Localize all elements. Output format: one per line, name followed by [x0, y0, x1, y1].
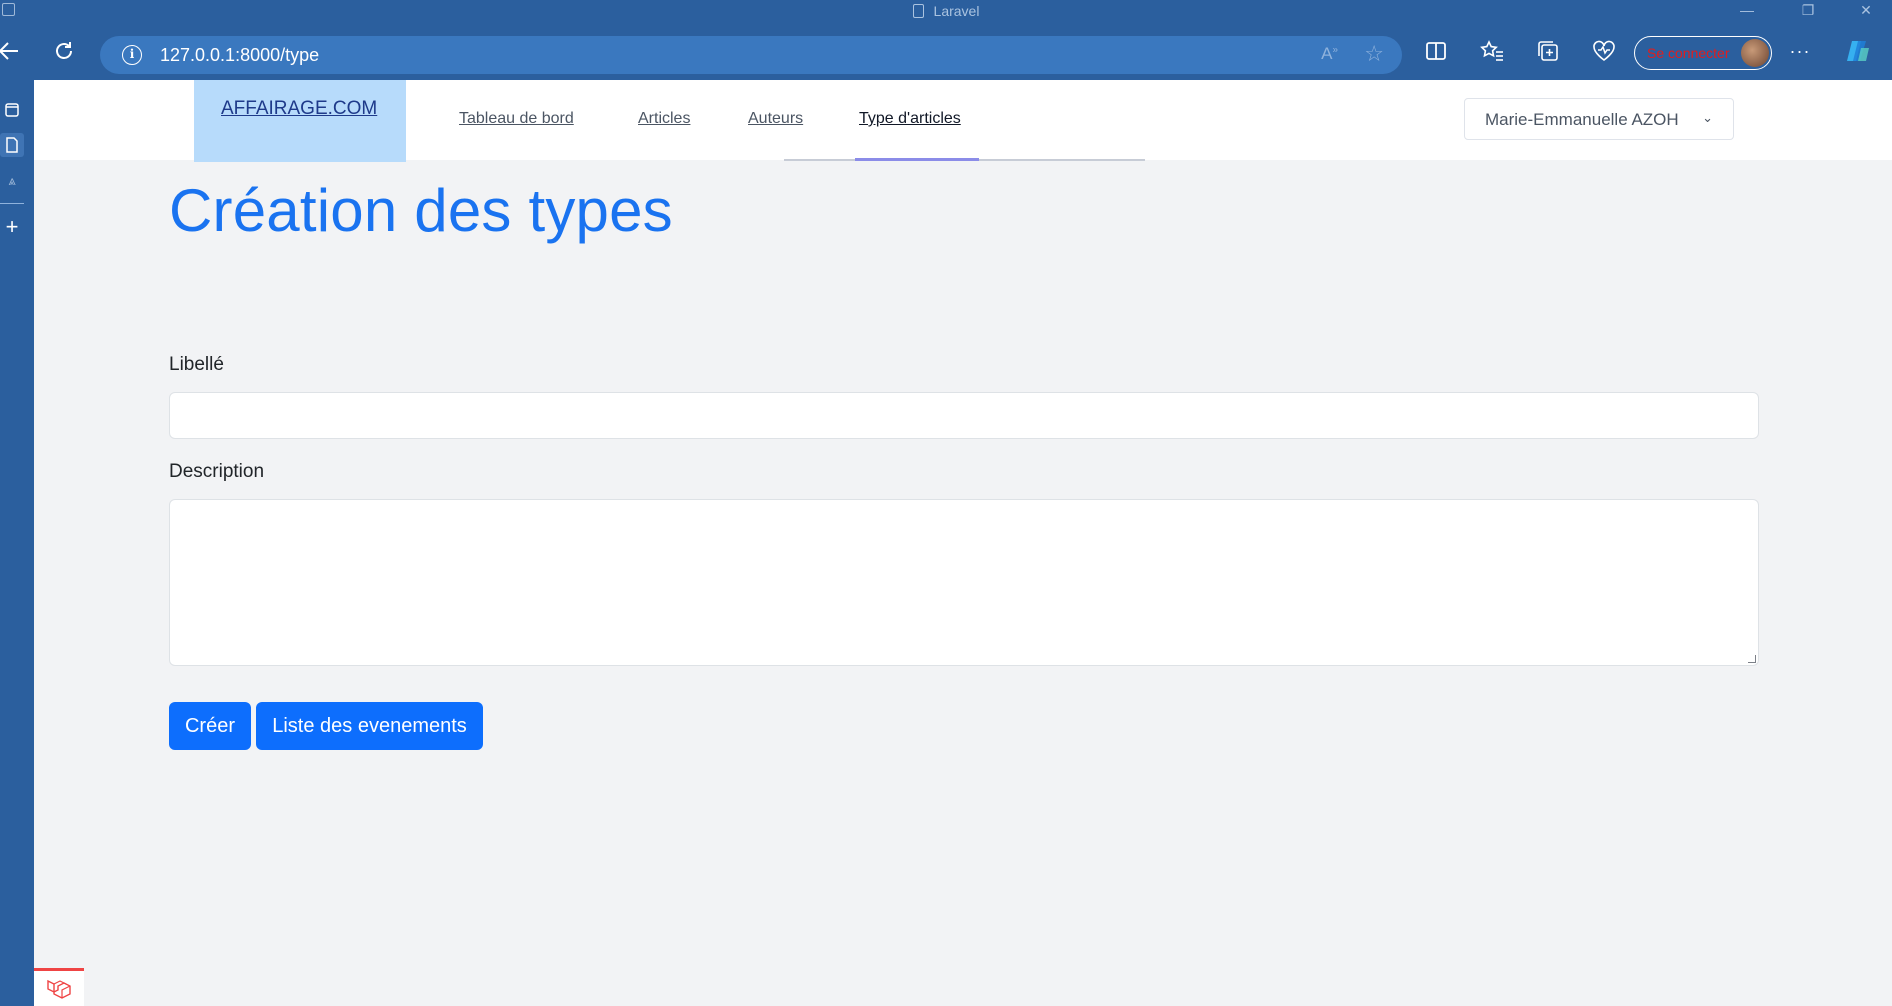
user-name: Marie-Emmanuelle AZOH [1485, 110, 1679, 129]
page-title: Création des types [169, 177, 673, 244]
sign-in-label: Se connecter [1647, 45, 1730, 61]
close-icon[interactable]: ✕ [1851, 2, 1881, 19]
create-type-form: Création des types Libellé Description C… [169, 176, 1761, 750]
sidebar-divider [0, 203, 24, 204]
top-navigation: AFFAIRAGE.COM Tableau de bord Articles A… [34, 80, 1892, 162]
libelle-label: Libellé [169, 354, 224, 375]
nav-link-tableau-de-bord[interactable]: Tableau de bord [459, 110, 574, 128]
restore-icon[interactable]: ❐ [1793, 2, 1823, 19]
browser-essentials-icon[interactable] [1587, 34, 1621, 68]
browser-sidebar: ⩓ + [0, 80, 34, 1006]
description-label: Description [169, 461, 265, 482]
url-text[interactable]: 127.0.0.1:8000/type [160, 45, 319, 66]
favorite-star-icon[interactable]: ☆ [1364, 41, 1384, 67]
nav-link-auteurs[interactable]: Auteurs [748, 110, 803, 128]
back-icon[interactable] [0, 34, 26, 68]
nav-link-articles[interactable]: Articles [638, 110, 690, 128]
web-page: AFFAIRAGE.COM Tableau de bord Articles A… [34, 80, 1892, 1006]
window-title: Laravel [0, 3, 1892, 19]
tab-icon[interactable] [0, 98, 24, 122]
sign-in-button[interactable]: Se connecter [1634, 36, 1772, 70]
description-textarea[interactable] [169, 499, 1759, 666]
avatar [1741, 39, 1769, 67]
translate-icon[interactable]: ⩓ [0, 169, 24, 193]
window-title-text: Laravel [933, 3, 980, 19]
event-list-button[interactable]: Liste des evenements [256, 702, 483, 750]
document-icon [912, 4, 924, 18]
nav-link-type-articles[interactable]: Type d'articles [859, 110, 961, 128]
browser-toolbar: i 127.0.0.1:8000/type A» ☆ Se connecter … [0, 22, 1892, 80]
read-aloud-label: A [1321, 44, 1333, 63]
collections-icon[interactable] [1531, 34, 1565, 68]
libelle-input[interactable] [169, 392, 1759, 439]
resize-handle-icon[interactable] [1748, 655, 1756, 663]
window-titlebar: Laravel — ❐ ✕ [0, 0, 1892, 22]
favorites-icon[interactable] [1475, 34, 1509, 68]
read-aloud-icon[interactable]: A» [1321, 44, 1338, 64]
split-screen-icon[interactable] [1419, 34, 1453, 68]
nav-active-indicator [855, 158, 979, 161]
laravel-icon [47, 979, 71, 999]
info-icon[interactable]: i [122, 45, 142, 65]
refresh-icon[interactable] [47, 34, 81, 68]
copilot-icon[interactable] [1844, 40, 1870, 62]
create-button[interactable]: Créer [169, 702, 251, 750]
logo-area [194, 80, 406, 162]
add-icon[interactable]: + [0, 214, 24, 239]
laravel-debug-tab[interactable] [34, 968, 84, 1006]
user-menu-button[interactable]: Marie-Emmanuelle AZOH ⌄ [1464, 98, 1734, 140]
chevron-down-icon: ⌄ [1702, 110, 1713, 125]
minimize-icon[interactable]: — [1732, 2, 1762, 18]
address-bar[interactable]: i 127.0.0.1:8000/type A» ☆ [100, 36, 1402, 74]
more-icon[interactable]: ··· [1783, 34, 1817, 68]
page-icon[interactable] [0, 133, 24, 157]
logo-link[interactable]: AFFAIRAGE.COM [221, 98, 377, 120]
